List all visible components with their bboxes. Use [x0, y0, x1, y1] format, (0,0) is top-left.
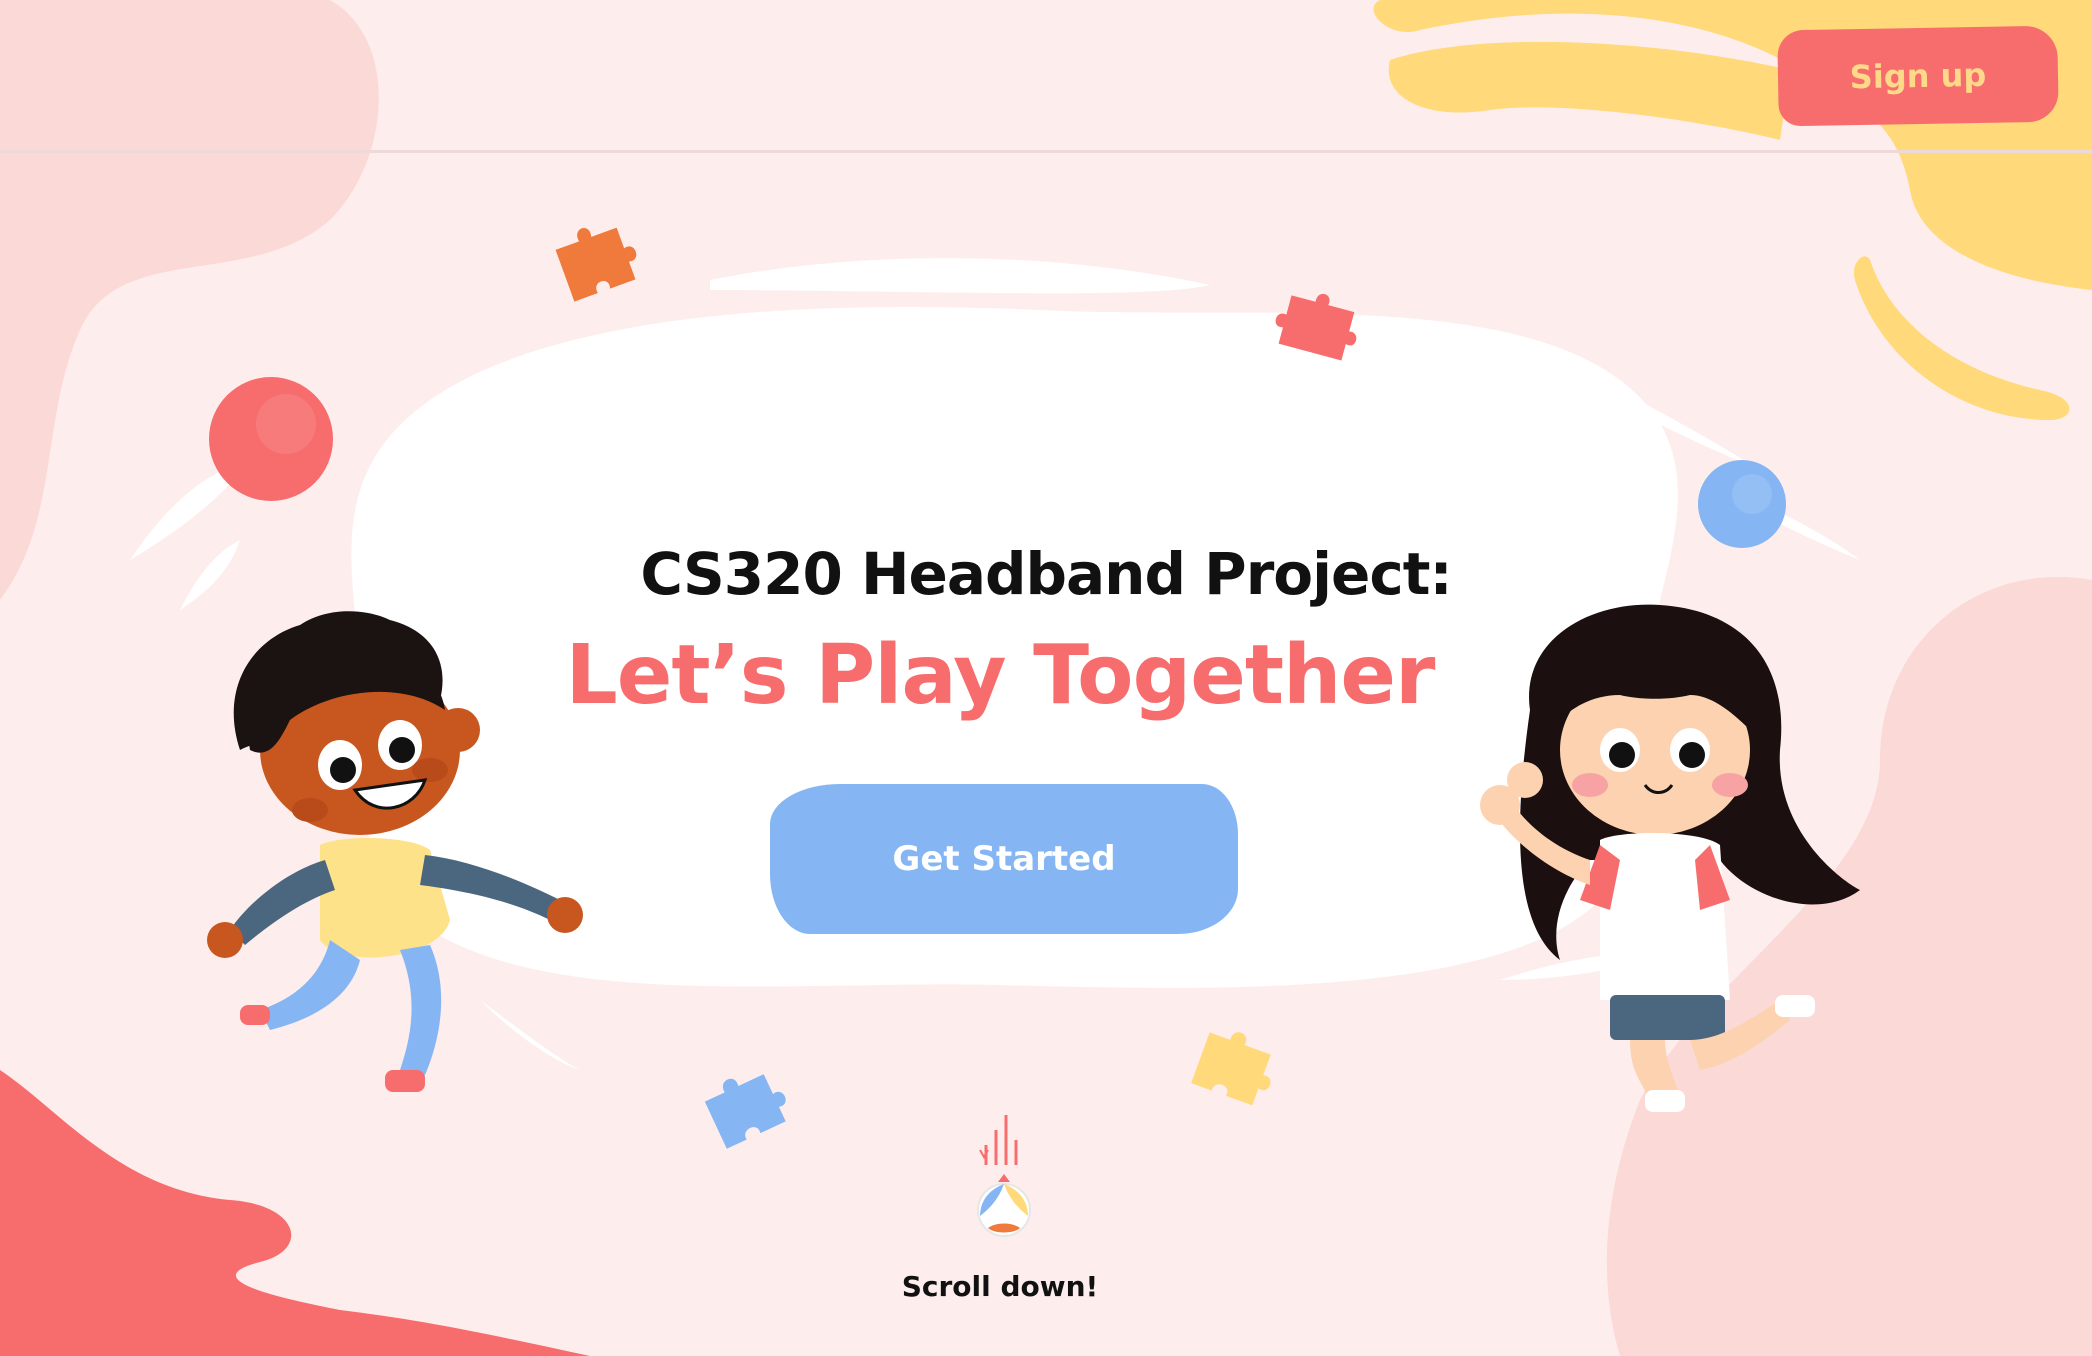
scroll-down-label: Scroll down!	[901, 1270, 1099, 1303]
signup-button[interactable]: Sign up	[1777, 25, 2059, 127]
header-divider	[0, 150, 2092, 153]
hero-subtitle: Let’s Play Together	[565, 628, 1436, 723]
page-title: CS320 Headband Project:	[640, 540, 1452, 608]
ball-icon	[209, 377, 333, 501]
beach-ball-icon[interactable]	[966, 1110, 1036, 1240]
get-started-button[interactable]: Get Started	[770, 784, 1238, 934]
ball-icon	[1698, 460, 1786, 548]
puzzle-piece-icon	[555, 227, 637, 302]
puzzle-piece-icon	[1191, 1032, 1271, 1106]
puzzle-piece-icon	[1275, 294, 1357, 361]
puzzle-piece-icon	[704, 1074, 786, 1149]
